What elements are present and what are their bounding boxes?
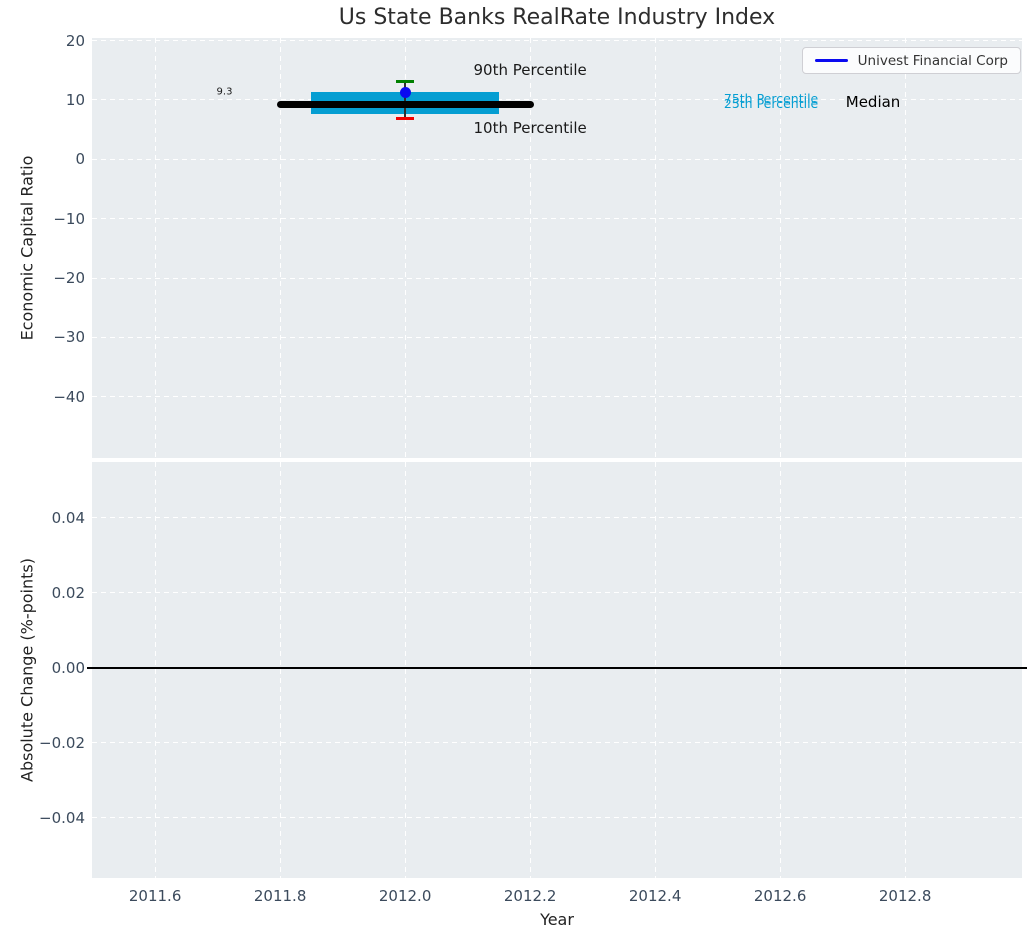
median-line (276, 100, 534, 108)
y-tick-label: 10 (65, 90, 85, 109)
gridline-vertical (154, 462, 156, 878)
error-cap-90th-percentile (396, 80, 415, 84)
top-axes: 9.3 90th Percentile 10th Percentile 75th Pe… (92, 38, 1022, 458)
gridline-vertical (279, 462, 281, 878)
x-tick-label: 2011.8 (253, 887, 307, 905)
gridline-vertical (529, 462, 531, 878)
x-tick-label: 2012.8 (878, 887, 932, 905)
x-tick-label: 2012.0 (378, 887, 432, 905)
gridline-horizontal (92, 517, 1022, 519)
x-tick-label: 2012.4 (628, 887, 682, 905)
gridline-vertical (654, 38, 656, 458)
gridline-vertical (154, 38, 156, 458)
x-tick-label: 2012.2 (503, 887, 557, 905)
legend: Univest Financial Corp (801, 47, 1021, 74)
gridline-horizontal (92, 218, 1022, 220)
gridline-vertical (904, 38, 906, 458)
gridline-horizontal (92, 277, 1022, 279)
gridline-horizontal (92, 742, 1022, 744)
y-axis-label-top: Economic Capital Ratio (17, 155, 37, 341)
gridline-vertical (779, 462, 781, 878)
x-tick-label: 2011.6 (128, 887, 182, 905)
gridline-vertical (404, 462, 406, 878)
zero-change-line (87, 666, 1027, 669)
gridline-horizontal (92, 158, 1022, 160)
y-tick-label: 0.04 (51, 508, 85, 527)
gridline-horizontal (92, 817, 1022, 819)
x-tick-label: 2012.6 (753, 887, 807, 905)
error-cap-10th-percentile (396, 117, 415, 121)
y-tick-label: 20 (65, 31, 85, 50)
x-axis-label: Year (540, 910, 574, 929)
y-tick-label: −0.02 (39, 733, 85, 752)
gridline-vertical (654, 462, 656, 878)
gridline-vertical (904, 462, 906, 878)
label-90th-percentile: 90th Percentile (473, 60, 587, 79)
gridline-horizontal (92, 336, 1022, 338)
gridline-horizontal (92, 396, 1022, 398)
y-tick-label: 0 (75, 150, 85, 169)
y-tick-label: −0.04 (39, 808, 85, 827)
bottom-axes (87, 462, 1027, 878)
y-tick-label: 0.00 (51, 658, 85, 677)
chart-title: Us State Banks RealRate Industry Index (338, 5, 776, 30)
y-tick-label: −10 (53, 209, 85, 228)
figure: Us State Banks RealRate Industry Index 9… (0, 0, 1034, 942)
y-tick-label: −20 (53, 269, 85, 288)
company-data-point (399, 87, 411, 99)
label-median: Median (845, 92, 901, 111)
gridline-horizontal (92, 592, 1022, 594)
label-10th-percentile: 10th Percentile (473, 119, 587, 138)
label-25th-percentile: 25th Percentile (723, 96, 819, 112)
y-tick-label: 0.02 (51, 583, 85, 602)
gridline-horizontal (92, 40, 1022, 42)
y-tick-label: −30 (53, 328, 85, 347)
median-value-label: 9.3 (216, 86, 233, 98)
legend-label: Univest Financial Corp (857, 52, 1008, 69)
y-tick-label: −40 (53, 387, 85, 406)
legend-line-sample (814, 59, 848, 62)
